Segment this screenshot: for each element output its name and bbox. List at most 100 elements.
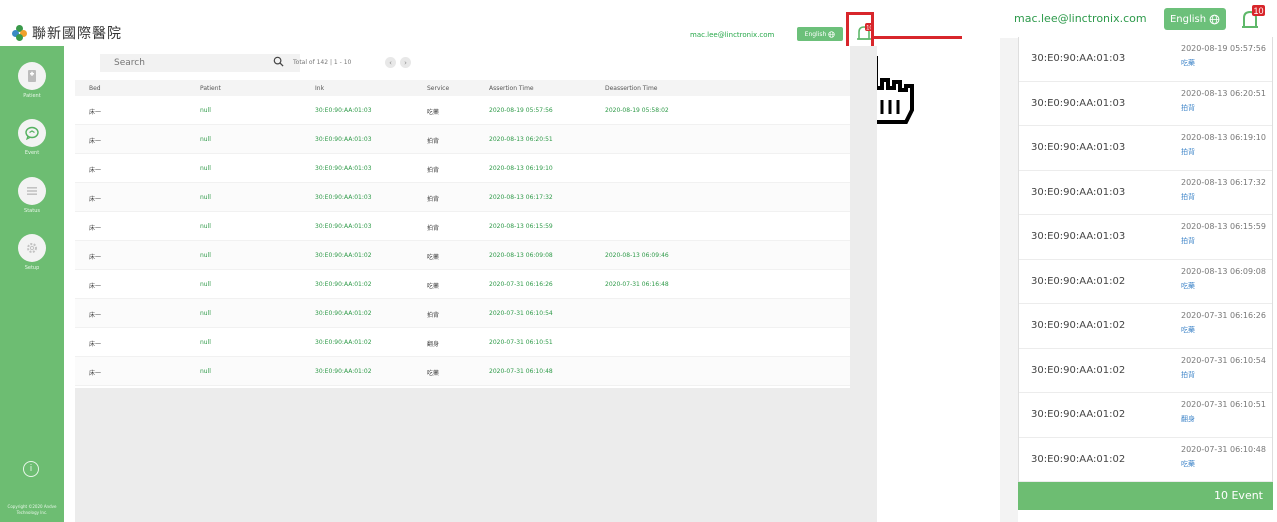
cell-service: 吃藥 — [427, 283, 440, 290]
column-header-patient[interactable]: Patient — [200, 85, 221, 92]
notification-item[interactable]: 30:E0:90:AA:01:03 2020-08-13 06:17:32 拍背 — [1019, 171, 1272, 215]
cell-patient: null — [200, 368, 211, 375]
hospital-name: 聯新國際醫院 — [32, 26, 122, 42]
notification-item[interactable]: 30:E0:90:AA:01:02 2020-07-31 06:16:26 吃藥 — [1019, 304, 1272, 349]
table-row[interactable]: 床一 null 30:E0:90:AA:01:02 拍背 2020-07-31 06:1… — [75, 299, 850, 328]
table-row[interactable]: 床一 null 30:E0:90:AA:01:02 吃藥 2020-08-13 06:0… — [75, 241, 850, 270]
table-row[interactable]: 床一 null 30:E0:90:AA:01:03 拍背 2020-08-13 06:1… — [75, 212, 850, 241]
notification-item[interactable]: 30:E0:90:AA:01:03 2020-08-13 06:19:10 拍背 — [1019, 126, 1272, 171]
notification-time: 2020-07-31 06:16:26 — [1181, 311, 1266, 320]
cell-service: 拍背 — [427, 196, 440, 203]
cell-patient: null — [200, 223, 211, 230]
notification-item[interactable]: 30:E0:90:AA:01:03 2020-08-13 06:15:59 拍背 — [1019, 215, 1272, 260]
user-email-zoomed[interactable]: mac.lee@linctronix.com — [1014, 12, 1147, 25]
cell-assertion-time: 2020-08-13 06:19:10 — [489, 165, 553, 172]
cell-bed: 床一 — [89, 254, 102, 261]
zoomed-notification-panel: mac.lee@linctronix.com English 10 30:E0:… — [1000, 0, 1277, 522]
notification-item[interactable]: 30:E0:90:AA:01:03 2020-08-19 05:57:56 吃藥 — [1019, 37, 1272, 82]
sidebar-item-status[interactable]: Status — [0, 177, 64, 214]
sidebar-item-event[interactable]: Event — [0, 119, 64, 156]
sidebar-label-patient: Patient — [23, 93, 41, 99]
notification-bell-zoomed[interactable]: 10 — [1237, 5, 1265, 33]
cell-ink: 30:E0:90:AA:01:03 — [315, 194, 372, 201]
patient-icon — [18, 62, 46, 90]
notification-time: 2020-07-31 06:10:48 — [1181, 444, 1266, 454]
sidebar-label-status: Status — [24, 208, 40, 214]
notification-time: 2020-08-13 06:19:10 — [1181, 133, 1266, 142]
cell-assertion-time: 2020-07-31 06:16:26 — [489, 281, 553, 288]
cell-ink: 30:E0:90:AA:01:03 — [315, 223, 372, 230]
column-header-ink[interactable]: Ink — [315, 85, 324, 92]
sidebar-label-setup: Setup — [24, 265, 40, 271]
next-page-button[interactable]: › — [400, 57, 411, 68]
user-email[interactable]: mac.lee@linctronix.com — [690, 31, 774, 39]
cell-bed: 床一 — [89, 312, 102, 319]
notification-time: 2020-08-13 06:15:59 — [1181, 222, 1266, 231]
table-row[interactable]: 床一 null 30:E0:90:AA:01:02 吃藥 2020-07-31 06:1… — [75, 357, 850, 386]
pagination-total: Total of 142 | 1 - 10 — [293, 59, 352, 66]
notification-mac: 30:E0:90:AA:01:03 — [1031, 97, 1126, 109]
cell-patient: null — [200, 136, 211, 143]
notification-item[interactable]: 30:E0:90:AA:01:02 2020-07-31 06:10:54 拍背 — [1019, 349, 1272, 393]
notification-item[interactable]: 30:E0:90:AA:01:02 2020-08-13 06:09:08 吃藥 — [1019, 260, 1272, 304]
search-icon[interactable] — [273, 56, 284, 67]
column-header-bed[interactable]: Bed — [89, 85, 101, 92]
notification-list: 30:E0:90:AA:01:03 2020-08-19 05:57:56 吃藥 30… — [1018, 37, 1273, 482]
table-row[interactable]: 床一 null 30:E0:90:AA:01:02 翻身 2020-07-31 06:1… — [75, 328, 850, 357]
cell-assertion-time: 2020-08-19 05:57:56 — [489, 107, 553, 114]
notification-service: 拍背 — [1181, 192, 1195, 201]
cell-patient: null — [200, 339, 211, 346]
search-input[interactable] — [100, 58, 300, 68]
table-row[interactable]: 床一 null 30:E0:90:AA:01:02 吃藥 2020-07-31 06:1… — [75, 270, 850, 299]
cell-bed: 床一 — [89, 341, 102, 348]
cell-bed: 床一 — [89, 196, 102, 203]
notification-time: 2020-08-13 06:17:32 — [1181, 177, 1266, 187]
notification-item[interactable]: 30:E0:90:AA:01:03 2020-08-13 06:20:51 拍背 — [1019, 82, 1272, 126]
notification-mac: 30:E0:90:AA:01:02 — [1031, 453, 1126, 465]
cell-patient: null — [200, 252, 211, 259]
table-row[interactable]: 床一 null 30:E0:90:AA:01:03 拍背 2020-08-13 06:2… — [75, 125, 850, 154]
gear-icon — [18, 234, 46, 262]
cell-service: 吃藥 — [427, 254, 440, 261]
cell-assertion-time: 2020-08-13 06:09:08 — [489, 252, 553, 259]
language-button-zoomed[interactable]: English — [1164, 8, 1226, 30]
sidebar-label-event: Event — [24, 150, 40, 156]
table-row[interactable]: 床一 null 30:E0:90:AA:01:03 拍背 2020-08-13 06:1… — [75, 154, 850, 183]
notification-service: 吃藥 — [1181, 281, 1195, 290]
notification-item[interactable]: 30:E0:90:AA:01:02 2020-07-31 06:10:51 翻身 — [1019, 393, 1272, 438]
cell-deassertion-time: 2020-08-19 05:58:02 — [605, 107, 669, 114]
chat-icon — [18, 119, 46, 147]
notification-mac: 30:E0:90:AA:01:03 — [1031, 142, 1126, 153]
notification-item[interactable]: 30:E0:90:AA:01:02 2020-07-31 06:10:48 吃藥 — [1019, 438, 1272, 482]
cell-bed: 床一 — [89, 225, 102, 232]
language-button[interactable]: English — [797, 27, 843, 41]
callout-line — [874, 36, 962, 39]
hospital-logo: 聯新國際醫院 — [12, 23, 122, 43]
cell-assertion-time: 2020-08-13 06:20:51 — [489, 136, 553, 143]
sidebar-item-setup[interactable]: Setup — [0, 234, 64, 271]
cell-service: 拍背 — [427, 138, 440, 145]
sidebar-item-patient[interactable]: Patient — [0, 62, 64, 99]
column-header-service[interactable]: Service — [427, 85, 449, 92]
info-icon[interactable]: i — [23, 461, 39, 477]
language-label: English — [804, 30, 827, 38]
column-header-assertion-time[interactable]: Assertion Time — [489, 85, 534, 92]
notification-mac: 30:E0:90:AA:01:03 — [1031, 231, 1126, 242]
notification-time: 2020-08-13 06:20:51 — [1181, 88, 1266, 98]
column-header-deassertion-time[interactable]: Deassertion Time — [605, 85, 657, 92]
cell-assertion-time: 2020-08-13 06:15:59 — [489, 223, 553, 230]
cell-deassertion-time: 2020-08-13 06:09:46 — [605, 252, 669, 259]
prev-page-button[interactable]: ‹ — [385, 57, 396, 68]
table-row[interactable]: 床一 null 30:E0:90:AA:01:03 吃藥 2020-08-19 05:5… — [75, 96, 850, 125]
cell-ink: 30:E0:90:AA:01:02 — [315, 310, 372, 317]
background-strip — [1000, 38, 1018, 522]
notification-service: 翻身 — [1181, 415, 1195, 423]
table-row[interactable]: 床一 null 30:E0:90:AA:01:03 拍背 2020-08-13 06:1… — [75, 183, 850, 212]
cell-service: 拍背 — [427, 225, 440, 232]
search-box[interactable] — [100, 54, 300, 72]
notification-mac: 30:E0:90:AA:01:03 — [1031, 186, 1126, 198]
notification-time: 2020-07-31 06:10:51 — [1181, 400, 1266, 409]
cell-service: 吃藥 — [427, 109, 440, 116]
cell-assertion-time: 2020-07-31 06:10:48 — [489, 368, 553, 375]
bell-icon: 10 — [1242, 5, 1265, 28]
